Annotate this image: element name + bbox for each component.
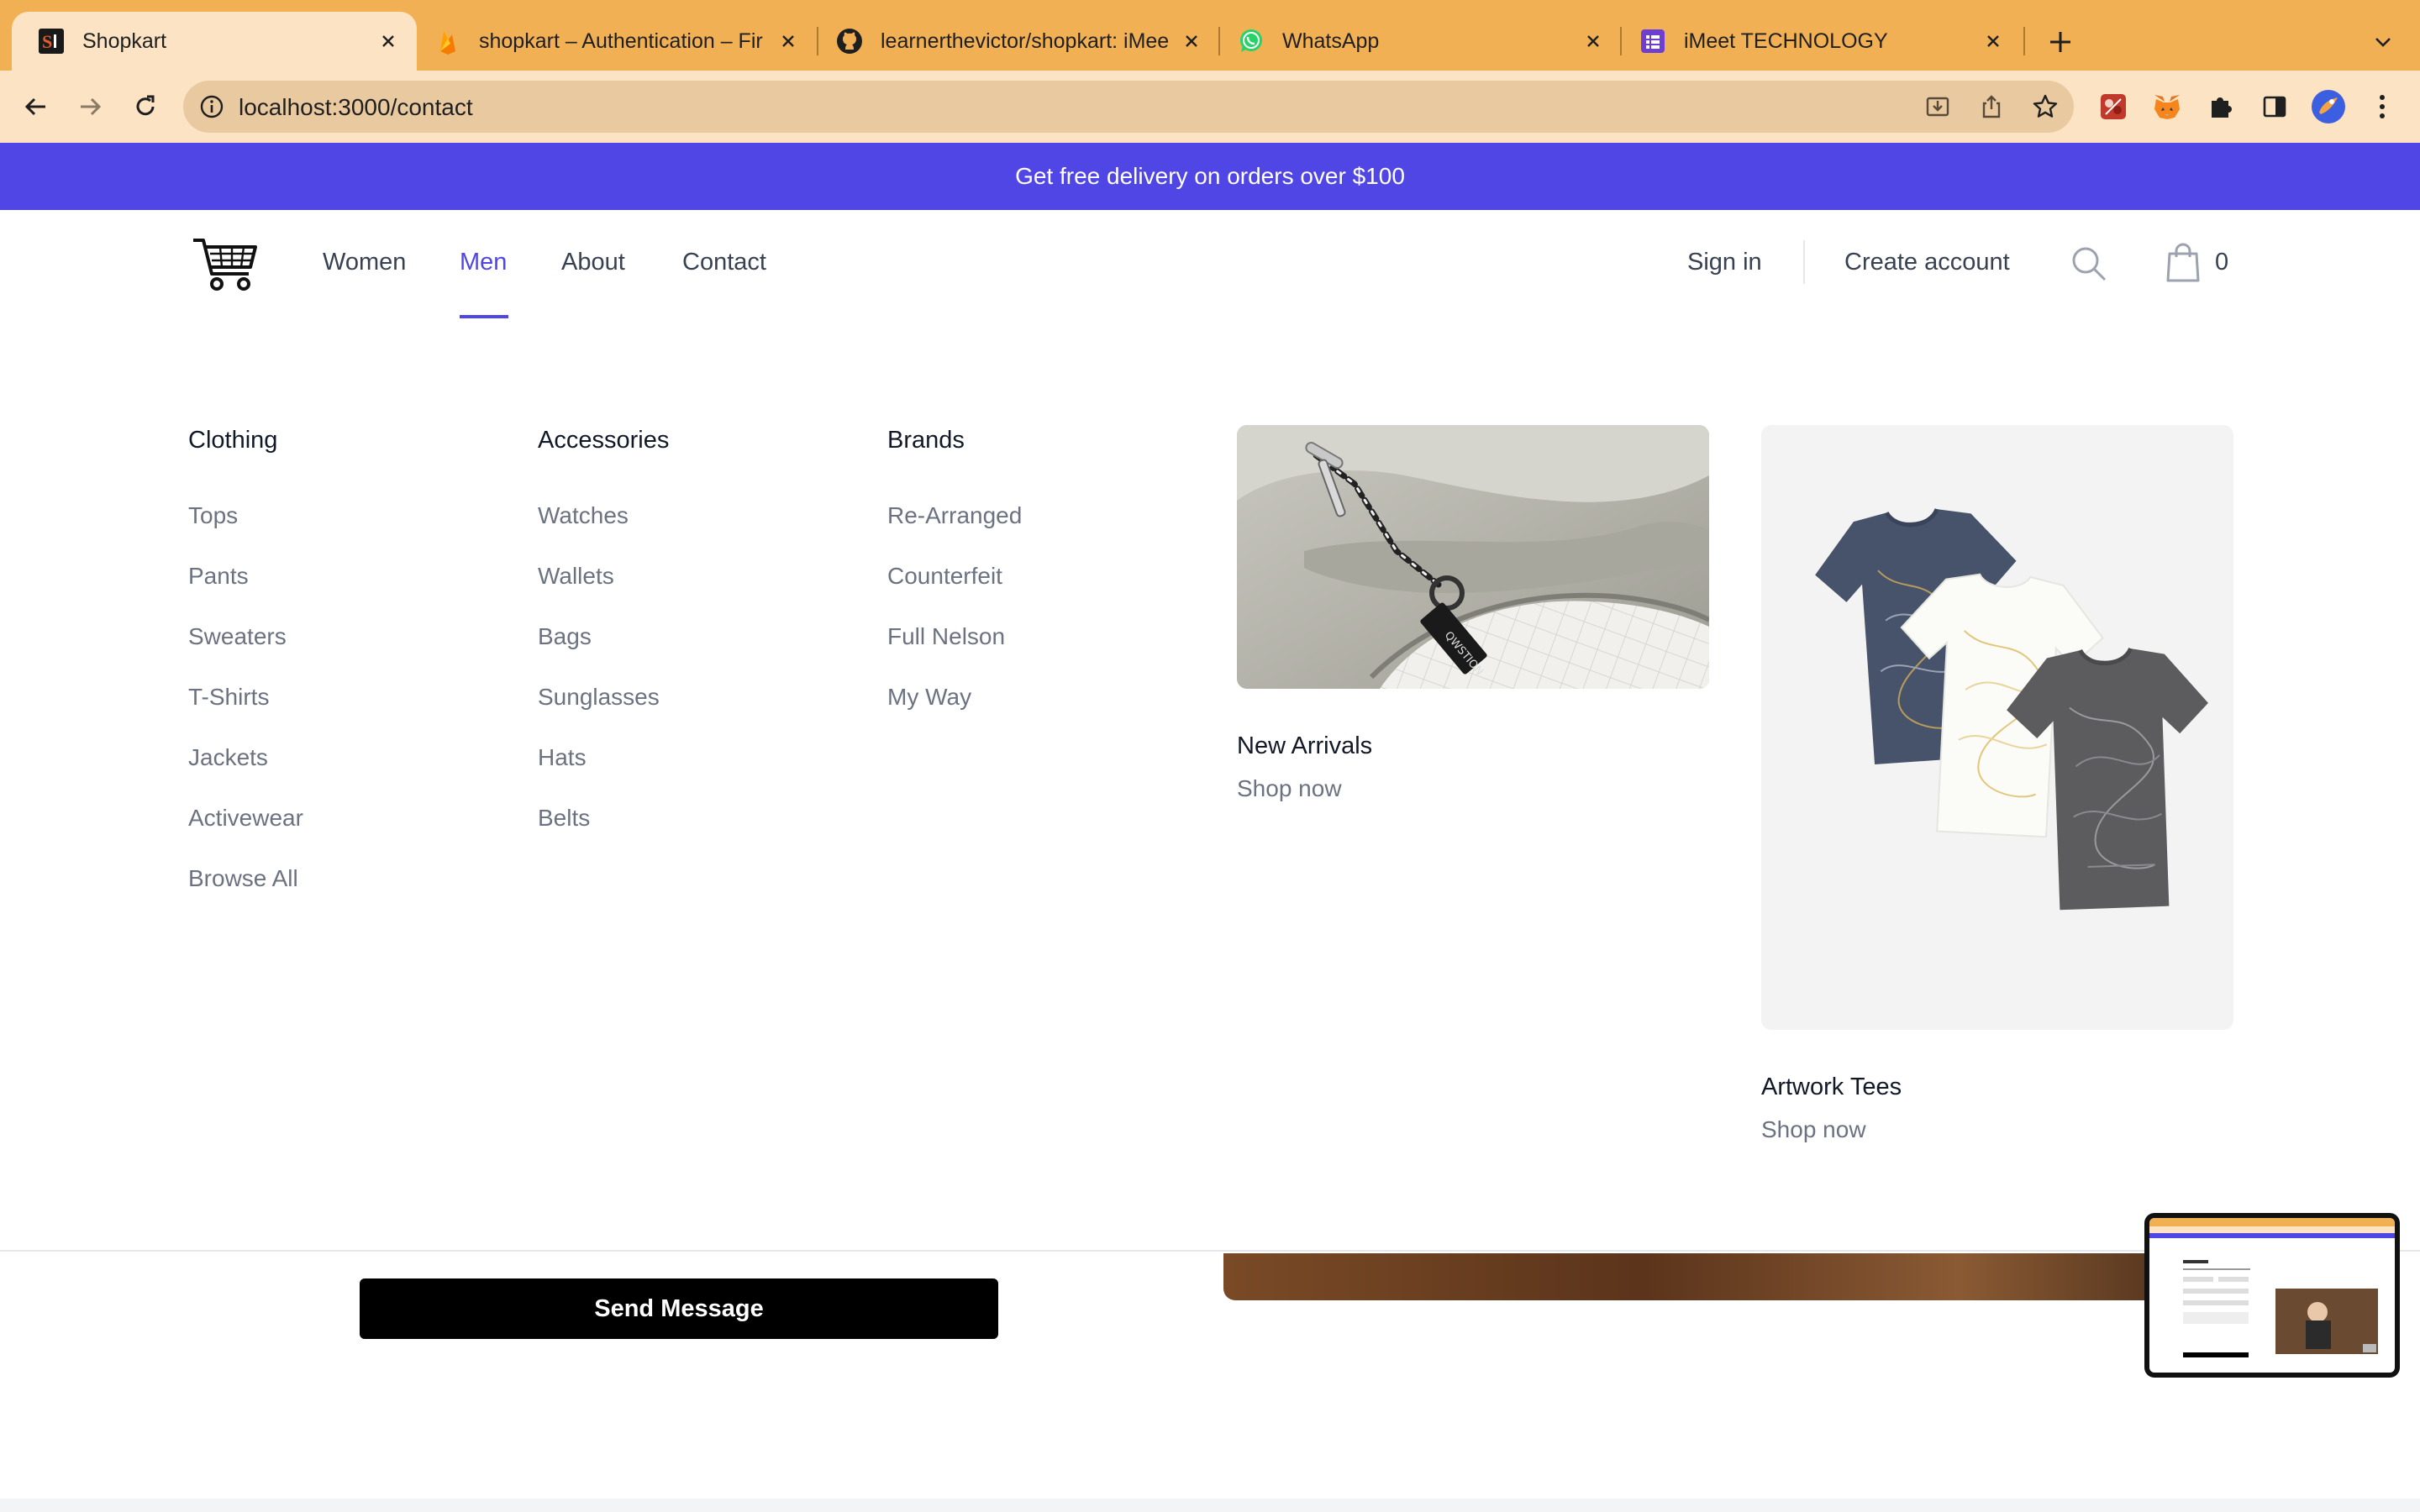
shopping-bag-icon[interactable] [2163,242,2203,282]
bookmark-star-icon[interactable] [2027,88,2064,125]
nav-link-contact[interactable]: Contact [682,249,766,276]
tab-imeet[interactable]: iMeet TECHNOLOGY [1623,12,2022,71]
shop-now-link[interactable]: Shop now [1761,1116,2233,1143]
new-arrivals-image: QWSTION [1237,425,1709,689]
menu-item-watches[interactable]: Watches [538,486,669,546]
site-header: Women Men About Contact Sign in Create a… [0,210,2420,319]
tab-title: WhatsApp [1282,29,1380,53]
menu-item-belts[interactable]: Belts [538,788,669,848]
tab-separator [2023,27,2025,55]
column-heading: Clothing [188,427,278,454]
svg-text:S: S [42,31,52,52]
close-tab-icon[interactable] [1976,24,2010,58]
nav-link-about[interactable]: About [561,249,625,276]
side-panel-icon[interactable] [2255,87,2294,126]
menu-item-jackets[interactable]: Jackets [188,727,303,788]
shopkart-favicon-icon: S [37,27,66,55]
new-tab-plus-icon[interactable] [2040,22,2081,62]
url-text: localhost:3000/contact [239,94,473,120]
tab-github-repo[interactable]: learnerthevictor/shopkart: iMee [820,12,1220,71]
site-info-icon[interactable] [193,88,230,125]
menu-item-counterfeit[interactable]: Counterfeit [887,546,1022,606]
tab-title: iMeet TECHNOLOGY [1684,29,1888,53]
close-tab-icon[interactable] [771,24,805,58]
menu-item-hats[interactable]: Hats [538,727,669,788]
shopping-cart-logo-icon[interactable] [192,235,259,294]
tab-search-chevron-down-icon[interactable] [2365,24,2402,60]
menu-column-accessories: Accessories Watches Wallets Bags Sunglas… [538,427,669,848]
menu-item-wallets[interactable]: Wallets [538,546,669,606]
forward-arrow-icon[interactable] [71,87,109,126]
promo-banner: Get free delivery on orders over $100 [0,143,2420,210]
share-icon[interactable] [1973,88,2010,125]
tab-title: Shopkart [82,29,167,53]
column-heading: Brands [887,427,965,454]
whatsapp-favicon-icon [1237,27,1265,55]
extension-red-icon[interactable] [2094,87,2133,126]
nav-link-women[interactable]: Women [323,249,406,276]
search-icon[interactable] [2069,244,2109,284]
close-tab-icon[interactable] [1175,24,1208,58]
menu-column-clothing: Clothing Tops Pants Sweaters T-Shirts Ja… [188,427,303,909]
shop-now-link[interactable]: Shop now [1237,775,1709,802]
menu-item-sweaters[interactable]: Sweaters [188,606,303,667]
imeet-favicon-icon [1639,27,1667,55]
tab-title: learnerthevictor/shopkart: iMee [881,29,1170,53]
menu-item-full-nelson[interactable]: Full Nelson [887,606,1022,667]
send-message-button[interactable]: Send Message [360,1278,998,1339]
tab-title: shopkart – Authentication – Fir [479,29,763,53]
tab-separator [1218,27,1220,55]
feature-new-arrivals[interactable]: QWSTION New Arrivals Shop now [1237,425,1709,802]
close-tab-icon[interactable] [371,24,405,58]
address-bar[interactable]: localhost:3000/contact [183,81,2074,133]
browser-tab-strip: S Shopkart shopkart – Authentication – F… [0,0,2420,71]
metamask-fox-icon[interactable] [2148,87,2186,126]
contact-photo-partial [1223,1253,2274,1300]
close-tab-icon[interactable] [1576,24,1610,58]
footer-edge [0,1499,2420,1512]
browser-menu-kebab-icon[interactable] [2363,87,2402,126]
create-account-link[interactable]: Create account [1844,249,2010,276]
menu-item-bags[interactable]: Bags [538,606,669,667]
profile-avatar-icon[interactable] [2309,87,2348,126]
install-app-icon[interactable] [1919,88,1956,125]
menu-item-pants[interactable]: Pants [188,546,303,606]
menu-item-t-shirts[interactable]: T-Shirts [188,667,303,727]
github-favicon-icon [835,27,864,55]
menu-item-browse-all[interactable]: Browse All [188,848,303,909]
tab-separator [1620,27,1622,55]
artwork-tees-image [1761,425,2233,1030]
nav-link-men[interactable]: Men [460,249,507,276]
reload-icon[interactable] [126,87,165,126]
menu-item-activewear[interactable]: Activewear [188,788,303,848]
feature-title: Artwork Tees [1761,1074,1902,1100]
promo-text: Get free delivery on orders over $100 [1015,163,1405,189]
tab-separator [817,27,818,55]
thumbnail-content [2149,1218,2395,1373]
menu-item-sunglasses[interactable]: Sunglasses [538,667,669,727]
firebase-favicon-icon [434,27,462,55]
menu-item-my-way[interactable]: My Way [887,667,1022,727]
browser-toolbar: localhost:3000/contact [0,71,2420,143]
tab-whatsapp[interactable]: WhatsApp [1222,12,1622,71]
menu-item-tops[interactable]: Tops [188,486,303,546]
column-heading: Accessories [538,427,670,454]
tab-firebase-auth[interactable]: shopkart – Authentication – Fir [417,12,817,71]
men-mega-menu: Clothing Tops Pants Sweaters T-Shirts Ja… [0,319,2420,1252]
menu-item-re-arranged[interactable]: Re-Arranged [887,486,1022,546]
header-divider [1803,240,1805,284]
feature-artwork-tees[interactable]: Artwork Tees Shop now [1761,425,2233,1143]
feature-title: New Arrivals [1237,732,1373,759]
tab-shopkart[interactable]: S Shopkart [12,12,417,71]
active-nav-indicator [460,315,508,318]
extensions-puzzle-icon[interactable] [2202,87,2240,126]
sign-in-link[interactable]: Sign in [1687,249,1762,276]
cart-count: 0 [2215,249,2229,276]
screenshot-thumbnail-preview[interactable] [2144,1213,2400,1378]
menu-column-brands: Brands Re-Arranged Counterfeit Full Nels… [887,427,1022,727]
back-arrow-icon[interactable] [17,87,55,126]
